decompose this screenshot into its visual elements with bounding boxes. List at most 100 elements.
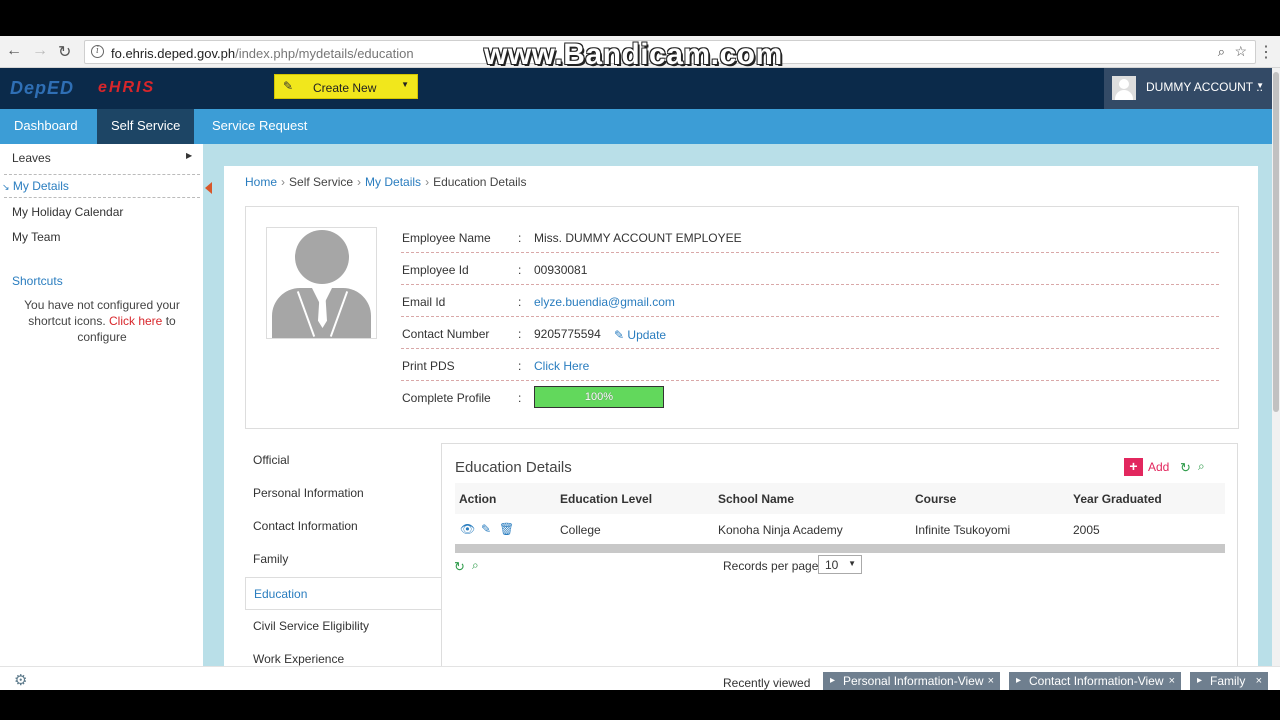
table-row: 👁 ✎ 🗑 College Konoha Ninja Academy Infin… (455, 514, 1225, 544)
edit-icon: ✎ (614, 328, 625, 342)
sidebar: Leaves ↘ My Details My Holiday Calendar … (0, 144, 203, 666)
pencil-icon: ✎ (283, 79, 294, 93)
expand-icon: ↘ (2, 182, 10, 192)
account-name: DUMMY ACCOUNT .. (1146, 80, 1263, 94)
table-header: Action Education Level School Name Cours… (455, 483, 1225, 514)
shortcuts-message: You have not configured your shortcut ic… (24, 298, 180, 344)
ehris-logo[interactable]: eHRIS (98, 79, 155, 97)
tab-official[interactable]: Official (245, 444, 441, 477)
profile-card: Employee Name : Miss. DUMMY ACCOUNT EMPL… (245, 206, 1239, 429)
footer-bar: ⚙ Recently viewed Personal Information-V… (0, 666, 1280, 690)
close-icon[interactable]: × (1169, 672, 1175, 690)
recently-viewed-label: Recently viewed (723, 676, 811, 690)
forward-arrow-icon[interactable]: → (32, 42, 48, 60)
row-print-pds: Print PDS : Click Here (401, 349, 1219, 381)
shortcuts-title: Shortcuts (12, 274, 63, 288)
close-icon[interactable]: × (1256, 672, 1262, 690)
chevron-right-icon[interactable]: ▶ (186, 151, 192, 160)
update-contact-link[interactable]: ✎ Update (614, 328, 666, 342)
sidebar-item-my-team[interactable]: My Team (12, 230, 60, 244)
sidebar-item-leaves[interactable]: Leaves (12, 151, 51, 165)
caret-down-icon: ▼ (848, 559, 856, 568)
recent-item[interactable]: Family× (1190, 672, 1268, 690)
collapse-sidebar-icon[interactable] (205, 182, 212, 194)
contact-number: 9205775594 (534, 327, 601, 341)
employee-id: 00930081 (534, 263, 588, 277)
recording-watermark: www.Bandicam.com (484, 38, 783, 71)
close-icon[interactable]: × (988, 672, 994, 690)
divider (4, 197, 200, 198)
detail-tabs: Official Personal Information Contact In… (245, 444, 441, 666)
edit-icon[interactable]: ✎ (481, 522, 491, 536)
url-text[interactable]: fo.ehris.deped.gov.ph/index.php/mydetail… (111, 46, 414, 61)
nav-service-request[interactable]: Service Request (198, 109, 321, 144)
app-header: DepED eHRIS ✎ Create New ▼ DUMMY ACCOUNT… (0, 68, 1272, 109)
nav-self-service[interactable]: Self Service (97, 109, 195, 144)
avatar (1112, 76, 1136, 100)
reload-icon[interactable]: ↻ (58, 42, 71, 62)
zoom-icon[interactable]: ⌕ (1218, 44, 1225, 60)
bottom-black-bar (0, 690, 1280, 720)
gear-icon[interactable]: ⚙ (14, 671, 27, 689)
tab-education[interactable]: Education (245, 577, 441, 610)
education-title: Education Details (455, 459, 572, 476)
view-icon[interactable]: 👁 (460, 522, 475, 536)
search-icon[interactable]: ⌕ (472, 558, 479, 573)
tab-personal-information[interactable]: Personal Information (245, 477, 441, 510)
year-graduated: 2005 (1073, 523, 1100, 537)
school-name: Konoha Ninja Academy (718, 523, 843, 537)
breadcrumb-home[interactable]: Home (245, 175, 277, 189)
refresh-icon[interactable]: ↻ (454, 559, 465, 575)
create-new-button[interactable]: ✎ Create New ▼ (274, 74, 418, 99)
tab-family[interactable]: Family (245, 543, 441, 576)
add-button[interactable]: + (1124, 458, 1143, 476)
education-panel: Education Details + Add ↻ ⌕ Action Educa… (441, 443, 1238, 666)
breadcrumb-my-details[interactable]: My Details (365, 175, 421, 189)
top-black-bar (0, 0, 1280, 36)
deped-logo[interactable]: DepED (10, 78, 74, 99)
configure-shortcuts-link[interactable]: Click here (109, 314, 162, 328)
delete-icon[interactable]: 🗑 (499, 522, 514, 536)
email-link[interactable]: elyze.buendia@gmail.com (534, 295, 675, 309)
scrollbar-thumb[interactable] (1273, 72, 1279, 412)
divider (4, 174, 200, 175)
row-employee-id: Employee Id : 00930081 (401, 253, 1219, 285)
sidebar-item-my-details[interactable]: ↘ My Details (2, 179, 69, 193)
caret-down-icon: ▼ (1256, 81, 1264, 90)
caret-down-icon: ▼ (401, 80, 409, 89)
recent-item[interactable]: Contact Information-View× (1009, 672, 1181, 690)
breadcrumb-self-service: Self Service (289, 175, 354, 189)
create-new-label: Create New (313, 81, 377, 95)
records-per-page-select[interactable]: 10 ▼ (818, 555, 862, 574)
breadcrumb-current: Education Details (433, 175, 527, 189)
progress-value: 100% (584, 391, 614, 403)
nav-dashboard[interactable]: Dashboard (0, 109, 92, 144)
row-employee-name: Employee Name : Miss. DUMMY ACCOUNT EMPL… (401, 221, 1219, 253)
page-scrollbar[interactable] (1272, 68, 1280, 688)
print-pds-link[interactable]: Click Here (534, 359, 589, 373)
profile-photo (266, 227, 377, 339)
label: Employee Name (402, 231, 491, 245)
tab-contact-information[interactable]: Contact Information (245, 510, 441, 543)
recent-item[interactable]: Personal Information-View× (823, 672, 1000, 690)
row-contact: Contact Number : 9205775594 ✎ Update (401, 317, 1219, 349)
sidebar-item-holiday-calendar[interactable]: My Holiday Calendar (12, 205, 123, 219)
screen: ← → ↻ i fo.ehris.deped.gov.ph/index.php/… (0, 0, 1280, 720)
info-icon[interactable]: i (91, 45, 104, 58)
add-label[interactable]: Add (1148, 460, 1169, 474)
profile-progress-bar: 100% (534, 386, 664, 408)
row-email: Email Id : elyze.buendia@gmail.com (401, 285, 1219, 317)
tab-civil-service-eligibility[interactable]: Civil Service Eligibility (245, 610, 441, 643)
refresh-icon[interactable]: ↻ (1180, 460, 1191, 476)
browser-menu-icon[interactable]: ⋮ (1258, 42, 1274, 62)
main-panel: Home › Self Service › My Details › Education D… (224, 166, 1258, 666)
back-arrow-icon[interactable]: ← (6, 42, 22, 60)
records-per-page-label: Records per page (723, 559, 819, 573)
course: Infinite Tsukoyomi (915, 523, 1011, 537)
account-menu[interactable]: DUMMY ACCOUNT .. ▼ (1104, 68, 1272, 109)
table-horizontal-scrollbar[interactable] (455, 544, 1225, 553)
main-nav: Dashboard Self Service Service Request (0, 109, 1272, 144)
search-icon[interactable]: ⌕ (1198, 459, 1205, 474)
employee-name: Miss. DUMMY ACCOUNT EMPLOYEE (534, 231, 742, 245)
bookmark-star-icon[interactable]: ☆ (1234, 43, 1247, 60)
